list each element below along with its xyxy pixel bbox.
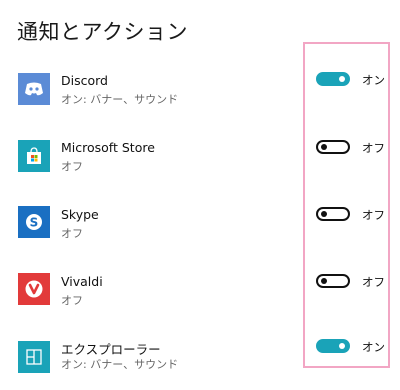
list-item-explorer: エクスプローラー オン: バナー、サウンド オン [0, 323, 400, 390]
toggle-vivaldi[interactable] [316, 274, 350, 288]
app-status: オフ [61, 294, 83, 307]
toggle-knob [321, 144, 327, 150]
toggle-state-label: オフ [362, 275, 385, 289]
toggle-state-label: オフ [362, 208, 385, 222]
store-icon [18, 140, 50, 172]
app-name: Skype [61, 207, 99, 222]
toggle-discord[interactable] [316, 72, 350, 86]
app-status: オフ [61, 160, 83, 173]
list-item-discord: Discord オン: バナー、サウンド オン [0, 55, 400, 122]
app-name: Discord [61, 73, 108, 88]
toggle-state-label: オン [362, 73, 385, 87]
app-name: Microsoft Store [61, 140, 155, 155]
toggle-microsoft-store[interactable] [316, 140, 350, 154]
svg-text:S: S [30, 216, 39, 230]
page-title: 通知とアクション [17, 20, 188, 44]
app-status: オフ [61, 227, 83, 240]
explorer-icon [18, 341, 50, 373]
list-item-vivaldi: Vivaldi オフ オフ [0, 256, 400, 323]
list-item-skype: S Skype オフ オフ [0, 189, 400, 256]
skype-icon: S [18, 206, 50, 238]
list-item-microsoft-store: Microsoft Store オフ オフ [0, 122, 400, 189]
toggle-knob [321, 278, 327, 284]
toggle-knob [339, 343, 345, 349]
toggle-state-label: オン [362, 340, 385, 354]
app-status: オン: バナー、サウンド [61, 93, 179, 106]
vivaldi-icon [18, 273, 50, 305]
discord-icon [18, 73, 50, 105]
toggle-state-label: オフ [362, 141, 385, 155]
toggle-knob [321, 211, 327, 217]
app-name: Vivaldi [61, 274, 103, 289]
app-status: オン: バナー、サウンド [61, 358, 179, 371]
toggle-knob [339, 76, 345, 82]
toggle-skype[interactable] [316, 207, 350, 221]
toggle-explorer[interactable] [316, 339, 350, 353]
